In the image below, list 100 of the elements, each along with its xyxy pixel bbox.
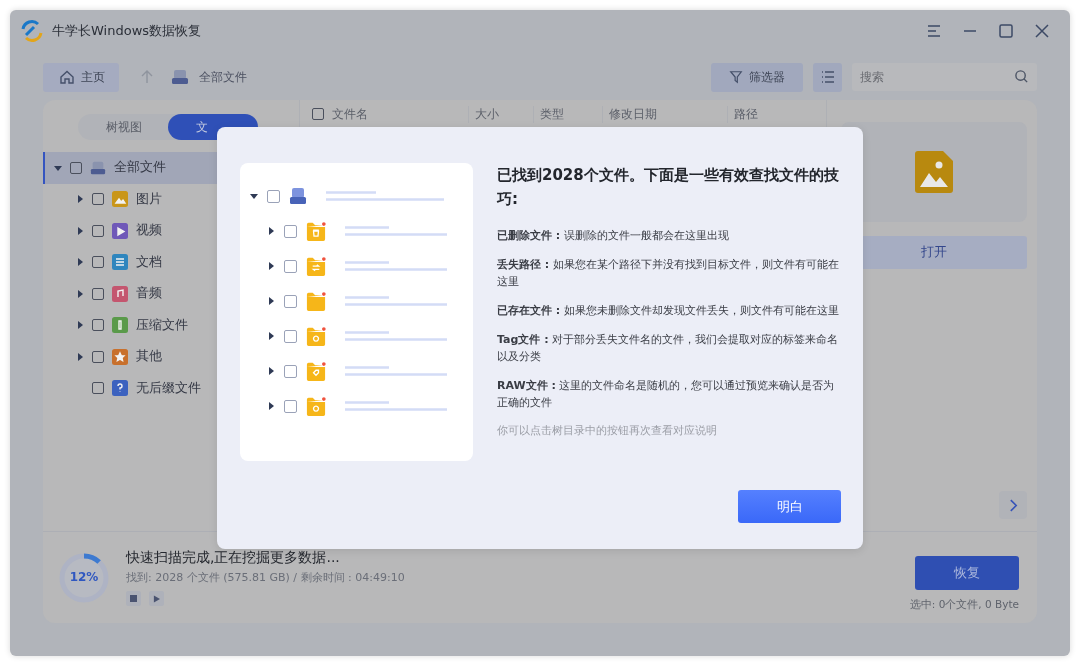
list-icon: [819, 69, 836, 85]
video-file-icon: [112, 222, 128, 239]
caret-icon: [267, 332, 275, 340]
view-tab[interactable]: 树视图: [78, 114, 168, 140]
chevron-right-icon: [1008, 497, 1018, 513]
checkbox[interactable]: [70, 161, 82, 174]
selection-summary: 选中: 0个文件, 0 Byte: [909, 597, 1019, 612]
tree-item[interactable]: 图片: [43, 183, 299, 215]
column-header[interactable]: 文件名: [332, 105, 460, 123]
checkbox[interactable]: [92, 224, 104, 237]
caret-icon: [250, 192, 258, 200]
play-button[interactable]: [149, 591, 164, 606]
tree-item[interactable]: 无后缀文件: [43, 372, 299, 404]
image-file-icon: [915, 151, 953, 193]
caret-icon[interactable]: [76, 289, 84, 298]
checkbox-icon: [284, 224, 297, 238]
drive-icon: [171, 69, 189, 85]
placeholder-lines-icon: [326, 191, 444, 201]
stop-icon: [130, 595, 137, 602]
search-icon[interactable]: [1014, 69, 1029, 84]
folder-icon: [306, 221, 326, 241]
caret-icon[interactable]: [76, 321, 84, 330]
list-view-button[interactable]: [813, 62, 842, 92]
checkbox-icon: [284, 329, 297, 343]
scan-status: 快速扫描完成,正在挖掘更多数据...: [126, 549, 341, 567]
caret-icon[interactable]: [76, 258, 84, 267]
folder-icon: [306, 361, 326, 381]
play-icon: [153, 594, 160, 603]
select-all-checkbox[interactable]: [312, 108, 324, 120]
menu-icon[interactable]: [926, 23, 942, 39]
search-field[interactable]: 搜索: [852, 63, 1037, 91]
caret-icon: [267, 227, 275, 235]
image-file-icon: [112, 191, 128, 208]
tree-item[interactable]: 其他: [43, 341, 299, 373]
checkbox-icon: [267, 189, 280, 203]
folder-icon: [306, 256, 326, 276]
caret-icon: [267, 402, 275, 410]
checkbox-icon: [284, 399, 297, 413]
close-icon[interactable]: [1034, 23, 1050, 39]
checkbox-icon: [284, 259, 297, 273]
caret-icon[interactable]: [54, 163, 62, 172]
funnel-icon: [729, 70, 743, 84]
caret-icon[interactable]: [76, 195, 84, 204]
column-header[interactable]: 路径: [727, 105, 814, 123]
tree-item[interactable]: 压缩文件: [43, 309, 299, 341]
checkbox[interactable]: [92, 350, 104, 363]
next-button[interactable]: [999, 491, 1027, 519]
folder-icon: [306, 291, 326, 311]
placeholder-lines-icon: [345, 366, 447, 376]
scan-details: 找到: 2028 个文件 (575.81 GB) / 剩余时间 : 04:49:10: [126, 570, 405, 585]
window-title: 牛学长Windows数据恢复: [52, 22, 202, 40]
checkbox[interactable]: [92, 382, 104, 395]
tip-text: 丢失路径 : 如果您在某个路径下并没有找到目标文件，则文件有可能在这里: [497, 257, 840, 290]
tree-item[interactable]: 音频: [43, 278, 299, 310]
drive-icon: [90, 159, 106, 176]
caret-icon: [267, 367, 275, 375]
other-file-icon: [112, 348, 128, 365]
home-button[interactable]: 主页: [43, 62, 119, 92]
placeholder-lines-icon: [345, 331, 447, 341]
column-header[interactable]: 类型: [533, 105, 594, 123]
tip-text: RAW文件 : 这里的文件命名是随机的，您可以通过预览来确认是否为正确的文件: [497, 378, 836, 411]
drive-icon: [289, 187, 307, 205]
tree-item[interactable]: 视频: [43, 215, 299, 247]
folder-icon: [306, 396, 326, 416]
unknown-file-icon: [112, 380, 128, 397]
archive-file-icon: [112, 317, 128, 334]
breadcrumb-location[interactable]: 全部文件: [199, 68, 247, 86]
progress-percent: 12%: [68, 569, 100, 584]
checkbox-icon: [284, 294, 297, 308]
tip-text: 已存在文件 : 如果您未删除文件却发现文件丢失，则文件有可能在这里: [497, 303, 840, 319]
home-icon: [59, 69, 75, 85]
caret-icon[interactable]: [76, 352, 84, 361]
app-logo-icon: [20, 19, 44, 43]
stop-button[interactable]: [126, 591, 141, 606]
caret-icon[interactable]: [76, 226, 84, 235]
dialog-title: 已找到2028个文件。下面是一些有效查找文件的技巧:: [497, 165, 840, 210]
checkbox-icon: [284, 364, 297, 378]
filter-button[interactable]: 筛选器: [711, 62, 803, 92]
placeholder-lines-icon: [345, 226, 447, 236]
column-header[interactable]: 修改日期: [602, 105, 719, 123]
recover-button[interactable]: 恢复: [915, 555, 1019, 590]
hint-text: 你可以点击树目录中的按钮再次查看对应说明: [497, 423, 718, 438]
checkbox[interactable]: [92, 287, 104, 300]
audio-file-icon: [112, 285, 128, 302]
tip-text: 已删除文件 : 误删除的文件一般都会在这里出现: [497, 228, 730, 244]
folder-icon: [306, 326, 326, 346]
tip-text: Tag文件 : 对于部分丢失文件名的文件，我们会提取对应的标签来命名以及分类: [497, 332, 840, 365]
caret-icon: [267, 262, 275, 270]
checkbox[interactable]: [92, 319, 104, 332]
checkbox[interactable]: [92, 256, 104, 269]
placeholder-lines-icon: [345, 261, 447, 271]
confirm-button[interactable]: 明白: [738, 490, 841, 523]
checkbox[interactable]: [92, 193, 104, 206]
column-header[interactable]: 大小: [468, 105, 525, 123]
maximize-icon[interactable]: [998, 23, 1014, 39]
document-file-icon: [112, 254, 128, 271]
caret-icon: [267, 297, 275, 305]
placeholder-lines-icon: [345, 401, 447, 411]
tree-item[interactable]: 文档: [43, 246, 299, 278]
placeholder-lines-icon: [345, 296, 447, 306]
